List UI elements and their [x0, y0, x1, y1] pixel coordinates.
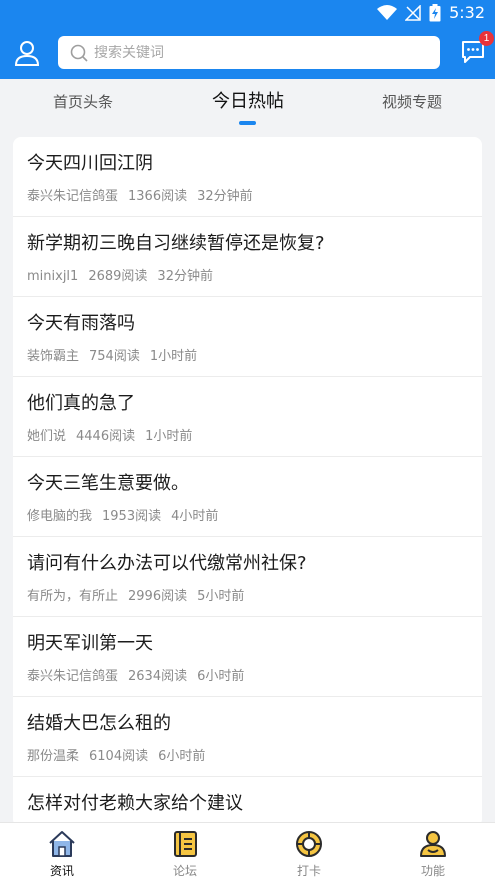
clock: 5:32	[449, 3, 485, 22]
post-time: 32分钟前	[157, 269, 213, 284]
post-title: 请问有什么办法可以代缴常州社保?	[27, 553, 307, 574]
nav-news-label: 资讯	[49, 864, 74, 878]
tab-bar: 首页头条 今日热帖 视频专题	[0, 79, 495, 131]
post-meta: 泰兴朱记信鸽蛋 1366阅读 32分钟前	[27, 185, 263, 204]
battery-charging-icon	[429, 3, 441, 21]
list-item[interactable]: 今天有雨落吗 装饰霸主 754阅读 1小时前	[13, 297, 482, 377]
post-reads: 4446阅读	[76, 429, 136, 444]
nav-functions[interactable]: 功能	[393, 829, 473, 879]
post-meta: 她们说 4446阅读 1小时前	[27, 425, 202, 444]
post-time: 5小时前	[197, 589, 245, 604]
post-time: 1小时前	[149, 349, 198, 364]
post-author: 她们说	[27, 429, 67, 444]
nav-checkin-label: 打卡	[296, 864, 321, 878]
app-bar: 1	[0, 26, 495, 79]
list-item[interactable]: 请问有什么办法可以代缴常州社保? 有所为，有所止 2996阅读 5小时前	[13, 537, 482, 617]
book-icon	[174, 831, 197, 857]
post-time: 1小时前	[145, 429, 193, 444]
list-item[interactable]: 新学期初三晚自习继续暂停还是恢复? minixjl1 2689阅读 32分钟前	[13, 217, 482, 297]
list-item[interactable]: 结婚大巴怎么租的 那份温柔 6104阅读 6小时前	[13, 697, 482, 777]
post-title: 怎样对付老赖大家给个建议	[27, 793, 243, 814]
post-author: minixjl1	[27, 269, 79, 284]
person-icon	[420, 831, 446, 857]
post-time: 32分钟前	[197, 189, 253, 204]
post-title: 明天军训第一天	[27, 633, 153, 654]
status-bar: 5:32	[0, 0, 495, 26]
post-title: 今天有雨落吗	[27, 313, 135, 334]
post-list: 今天四川回江阴 泰兴朱记信鸽蛋 1366阅读 32分钟前 新学期初三晚自习继续暂停还…	[13, 137, 482, 827]
active-tab-indicator	[239, 121, 256, 125]
nav-checkin[interactable]: 打卡	[269, 829, 349, 879]
search-input[interactable]	[94, 44, 414, 61]
post-title: 今天四川回江阴	[27, 153, 153, 174]
checkin-icon	[296, 831, 322, 857]
post-meta: minixjl1 2689阅读 32分钟前	[27, 265, 223, 284]
user-icon	[14, 41, 40, 66]
post-title: 新学期初三晚自习继续暂停还是恢复?	[27, 233, 325, 254]
search-icon	[70, 44, 88, 62]
post-author: 泰兴朱记信鸽蛋	[27, 189, 119, 204]
post-meta: 泰兴朱记信鸽蛋 2634阅读 6小时前	[27, 665, 254, 684]
list-item[interactable]: 明天军训第一天 泰兴朱记信鸽蛋 2634阅读 6小时前	[13, 617, 482, 697]
post-title: 今天三笔生意要做。	[27, 473, 189, 494]
post-title: 他们真的急了	[27, 393, 135, 414]
list-item[interactable]: 今天三笔生意要做。 修电脑的我 1953阅读 4小时前	[13, 457, 482, 537]
post-reads: 754阅读	[89, 349, 140, 364]
nav-forum-label: 论坛	[172, 864, 197, 878]
list-item[interactable]: 怎样对付老赖大家给个建议	[13, 777, 482, 827]
post-reads: 2996阅读	[128, 589, 188, 604]
post-author: 装饰霸主	[27, 349, 80, 364]
message-badge: 1	[479, 31, 494, 46]
post-title: 结婚大巴怎么租的	[27, 713, 171, 734]
post-author: 有所为，有所止	[27, 589, 119, 604]
bottom-nav: 资讯 论坛 打卡 功能	[0, 822, 495, 880]
profile-button[interactable]	[12, 38, 42, 68]
nav-news[interactable]: 资讯	[22, 829, 102, 879]
search-bar[interactable]	[58, 36, 440, 69]
no-signal-icon	[405, 4, 421, 21]
list-item[interactable]: 他们真的急了 她们说 4446阅读 1小时前	[13, 377, 482, 457]
post-author: 修电脑的我	[27, 509, 93, 524]
post-time: 6小时前	[197, 669, 245, 684]
nav-functions-label: 功能	[420, 864, 445, 878]
post-author: 那份温柔	[27, 749, 80, 764]
post-meta: 那份温柔 6104阅读 6小时前	[27, 745, 215, 764]
post-meta: 修电脑的我 1953阅读 4小时前	[27, 505, 228, 524]
post-reads: 6104阅读	[89, 749, 149, 764]
post-meta: 有所为，有所止 2996阅读 5小时前	[27, 585, 254, 604]
tab-headlines[interactable]: 首页头条	[33, 79, 133, 131]
post-reads: 1953阅读	[102, 509, 162, 524]
post-meta: 装饰霸主 754阅读 1小时前	[27, 345, 207, 364]
post-reads: 2634阅读	[128, 669, 188, 684]
post-time: 4小时前	[171, 509, 219, 524]
tab-video-topics[interactable]: 视频专题	[362, 79, 462, 131]
post-author: 泰兴朱记信鸽蛋	[27, 669, 119, 684]
post-reads: 1366阅读	[128, 189, 188, 204]
house-icon	[49, 831, 75, 857]
list-item[interactable]: 今天四川回江阴 泰兴朱记信鸽蛋 1366阅读 32分钟前	[13, 137, 482, 217]
nav-forum[interactable]: 论坛	[145, 829, 225, 879]
post-reads: 2689阅读	[88, 269, 148, 284]
post-time: 6小时前	[158, 749, 206, 764]
wifi-icon	[377, 4, 398, 20]
